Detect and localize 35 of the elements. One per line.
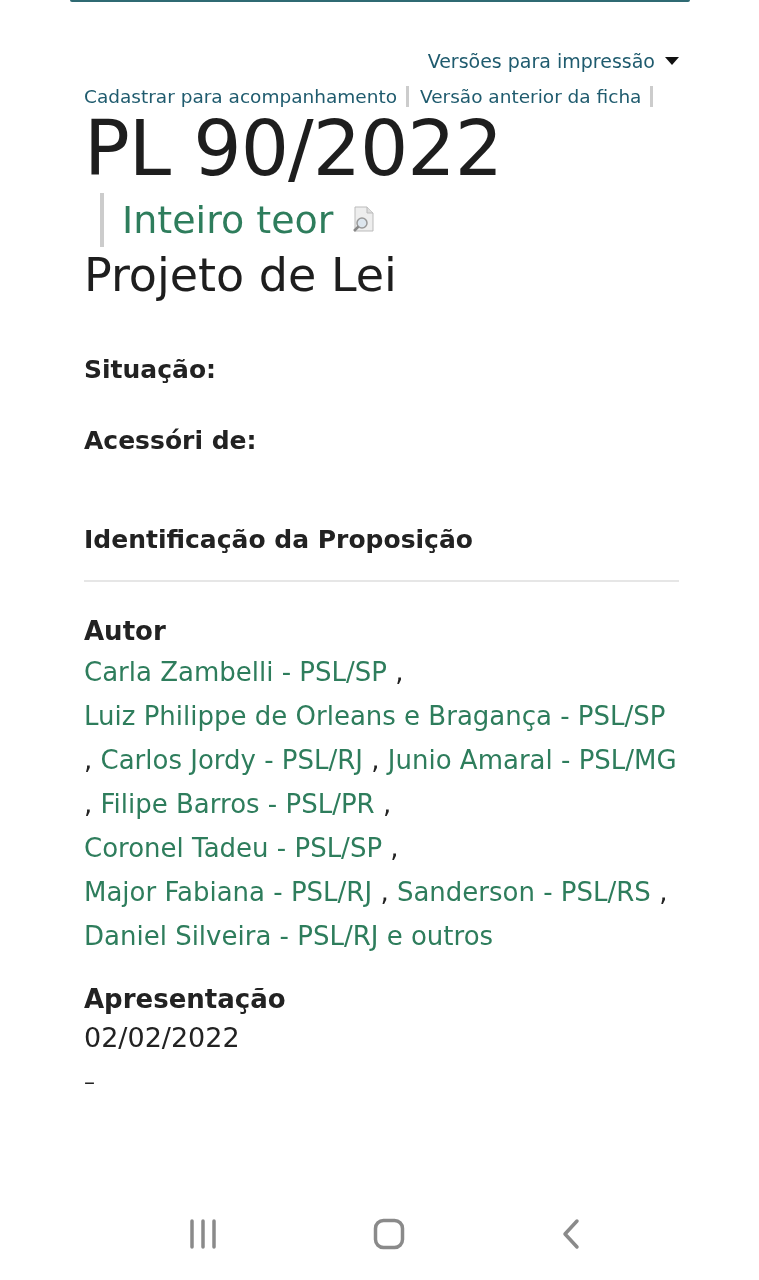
separator-text: , — [380, 877, 389, 907]
separator-text: , — [395, 657, 404, 687]
full-text-link[interactable]: Inteiro teor — [122, 198, 334, 242]
caret-icon — [665, 57, 679, 65]
field-label: Situação: — [84, 355, 218, 384]
author-link[interactable]: Junio Amaral - PSL/MG — [387, 745, 677, 775]
back-icon[interactable] — [561, 1218, 582, 1250]
field-label: Acessóri de: — [84, 426, 258, 455]
author-link[interactable]: Daniel Silveira - PSL/RJ — [84, 921, 379, 951]
author-label: Autor — [84, 616, 167, 646]
proposal-type: Projeto de Lei — [84, 247, 398, 303]
author-link[interactable]: Filipe Barros - PSL/PR — [100, 789, 375, 819]
separator-text: , — [84, 745, 93, 775]
author-link[interactable]: Sanderson - PSL/RS — [396, 877, 651, 907]
author-link[interactable]: Luiz Philippe de Orleans e Bragança - PSL/SP — [84, 701, 666, 731]
separator-text: , — [371, 745, 380, 775]
section-title: Identificação da Proposição — [84, 525, 474, 554]
author-link[interactable]: Coronel Tadeu - PSL/SP — [84, 833, 383, 863]
link[interactable]: Versão anterior da ficha — [420, 86, 654, 107]
separator-text: , — [382, 789, 392, 819]
presentation-label: Apresentação — [84, 984, 287, 1014]
separator-text: , — [659, 877, 668, 907]
separator-text: , — [390, 833, 399, 863]
presentation-date: 02/02/2022 — [84, 1022, 241, 1053]
author-link[interactable]: Carla Zambelli - PSL/SP — [84, 657, 387, 687]
print-versions-dropdown[interactable]: Versões para impressão — [427, 50, 679, 72]
home-icon[interactable] — [373, 1218, 406, 1250]
page-title: PL 90/2022 — [84, 109, 504, 189]
cut-text: – — [84, 1071, 96, 1093]
others-link[interactable]: e outros — [386, 921, 494, 951]
separator-text: , — [84, 789, 93, 819]
author-link[interactable]: Carlos Jordy - PSL/RJ — [100, 745, 364, 775]
recent-apps-icon[interactable] — [187, 1219, 218, 1249]
link[interactable]: Cadastrar para acompanhamento — [84, 86, 409, 107]
author-link[interactable]: Major Fabiana - PSL/RJ — [84, 877, 373, 907]
